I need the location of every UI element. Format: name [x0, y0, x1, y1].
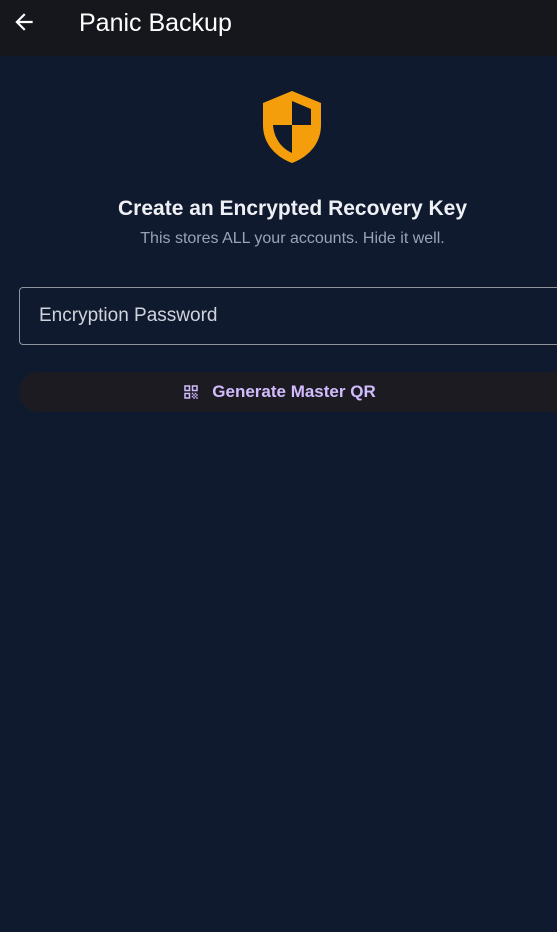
back-button[interactable]: [4, 2, 44, 42]
generate-button-label: Generate Master QR: [212, 382, 376, 401]
heading: Create an Encrypted Recovery Key: [118, 197, 467, 220]
page-title: Panic Backup: [79, 9, 232, 37]
qr-code-icon: [184, 385, 199, 399]
shield-icon: [263, 91, 321, 163]
encryption-password-input[interactable]: [20, 288, 557, 344]
subheading: This stores ALL your accounts. Hide it w…: [140, 230, 445, 247]
generate-master-qr-button[interactable]: Generate Master QR: [19, 372, 557, 412]
encryption-password-field[interactable]: [19, 287, 557, 345]
arrow-back-icon: [15, 13, 33, 31]
app-bar: Panic Backup: [0, 0, 557, 56]
panic-backup-screen: Panic Backup Create an Encrypted Recover…: [0, 0, 557, 932]
